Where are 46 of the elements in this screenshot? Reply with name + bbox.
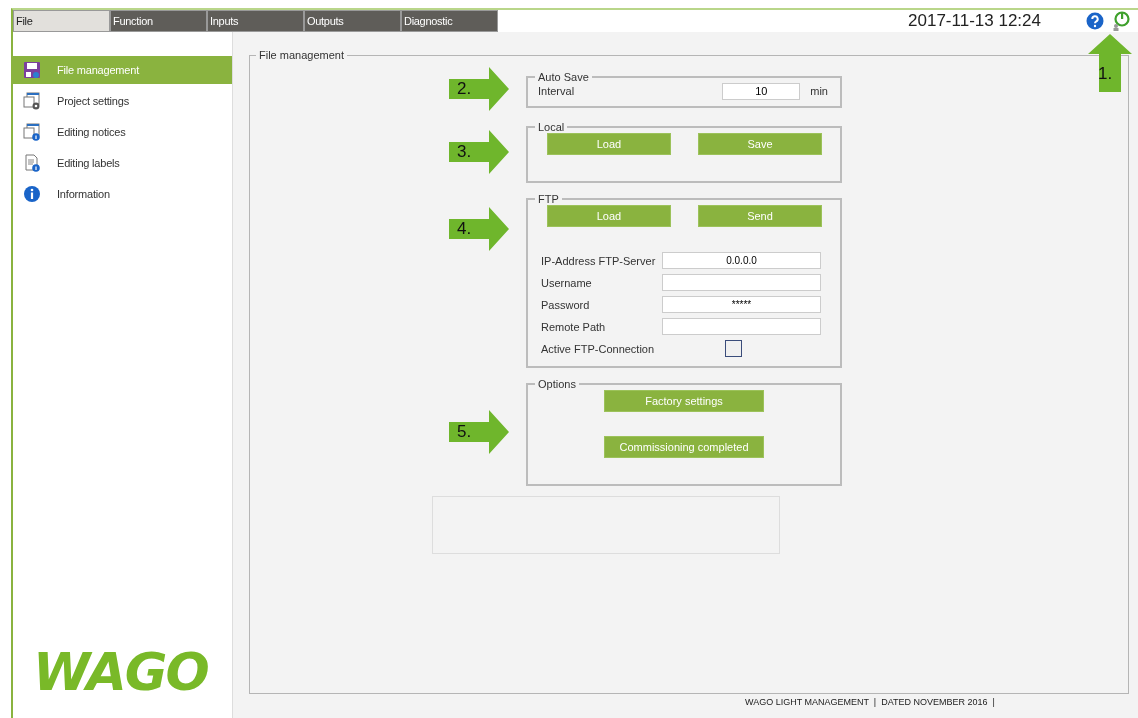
- group-title: Options: [537, 378, 577, 390]
- group-title: Local: [537, 121, 566, 133]
- window-info-icon: [23, 123, 41, 141]
- info-icon: [23, 185, 41, 203]
- callout-arrow-icon: [449, 207, 509, 251]
- footer-text: WAGO LIGHT MANAGEMENT | DATED NOVEMBER 2016 |: [745, 697, 996, 707]
- input-field[interactable]: *****: [662, 296, 821, 313]
- input-field[interactable]: [662, 318, 821, 335]
- menu-tab[interactable]: File: [13, 10, 110, 32]
- callout-number: 3.: [457, 142, 472, 162]
- sidebar-item[interactable]: Editing notices: [13, 118, 232, 146]
- menu-tab[interactable]: Diagnostic: [401, 10, 498, 32]
- input-field[interactable]: 0.0.0.0: [662, 252, 821, 269]
- checkbox-label: Active FTP-Connection: [541, 342, 656, 355]
- sidebar-item[interactable]: Editing labels: [13, 149, 232, 177]
- checkbox[interactable]: [725, 340, 742, 357]
- field-label: IP-Address FTP-Server: [541, 254, 657, 267]
- logo: WAGO: [33, 642, 208, 702]
- callout-number: 4.: [457, 219, 472, 239]
- callout-number: 1.: [1098, 64, 1113, 84]
- field-label: Remote Path: [541, 320, 607, 333]
- input-field[interactable]: 10: [722, 82, 801, 100]
- menu-tab[interactable]: Function: [110, 10, 207, 32]
- group-title: Auto Save: [537, 70, 590, 83]
- document-info-icon: [23, 154, 41, 172]
- input-field[interactable]: [662, 274, 821, 291]
- callout-arrow-icon: [449, 130, 509, 174]
- callout-number: 5.: [457, 422, 472, 442]
- unit-label: min: [810, 85, 828, 97]
- field-label: Password: [541, 298, 591, 311]
- sidebar-item[interactable]: Project settings: [13, 87, 232, 115]
- group-title: FTP: [537, 193, 560, 205]
- field-label: Username: [541, 276, 593, 289]
- date-time: 2017-11-13 12:24: [908, 11, 1041, 31]
- field-label: Interval: [538, 85, 575, 97]
- callout-number: 2.: [457, 79, 472, 99]
- callout-arrow-icon: [449, 410, 509, 454]
- sidebar-item[interactable]: Information: [13, 180, 232, 208]
- menu-tab[interactable]: Outputs: [304, 10, 401, 32]
- menu-tab[interactable]: Inputs: [207, 10, 304, 32]
- power-icon[interactable]: [1112, 11, 1130, 31]
- window-gear-icon: [23, 92, 41, 110]
- callout-arrow-icon: [1088, 34, 1132, 92]
- callout-arrow-icon: [449, 67, 509, 111]
- help-icon[interactable]: [1086, 12, 1104, 30]
- group-title: File management: [258, 49, 345, 61]
